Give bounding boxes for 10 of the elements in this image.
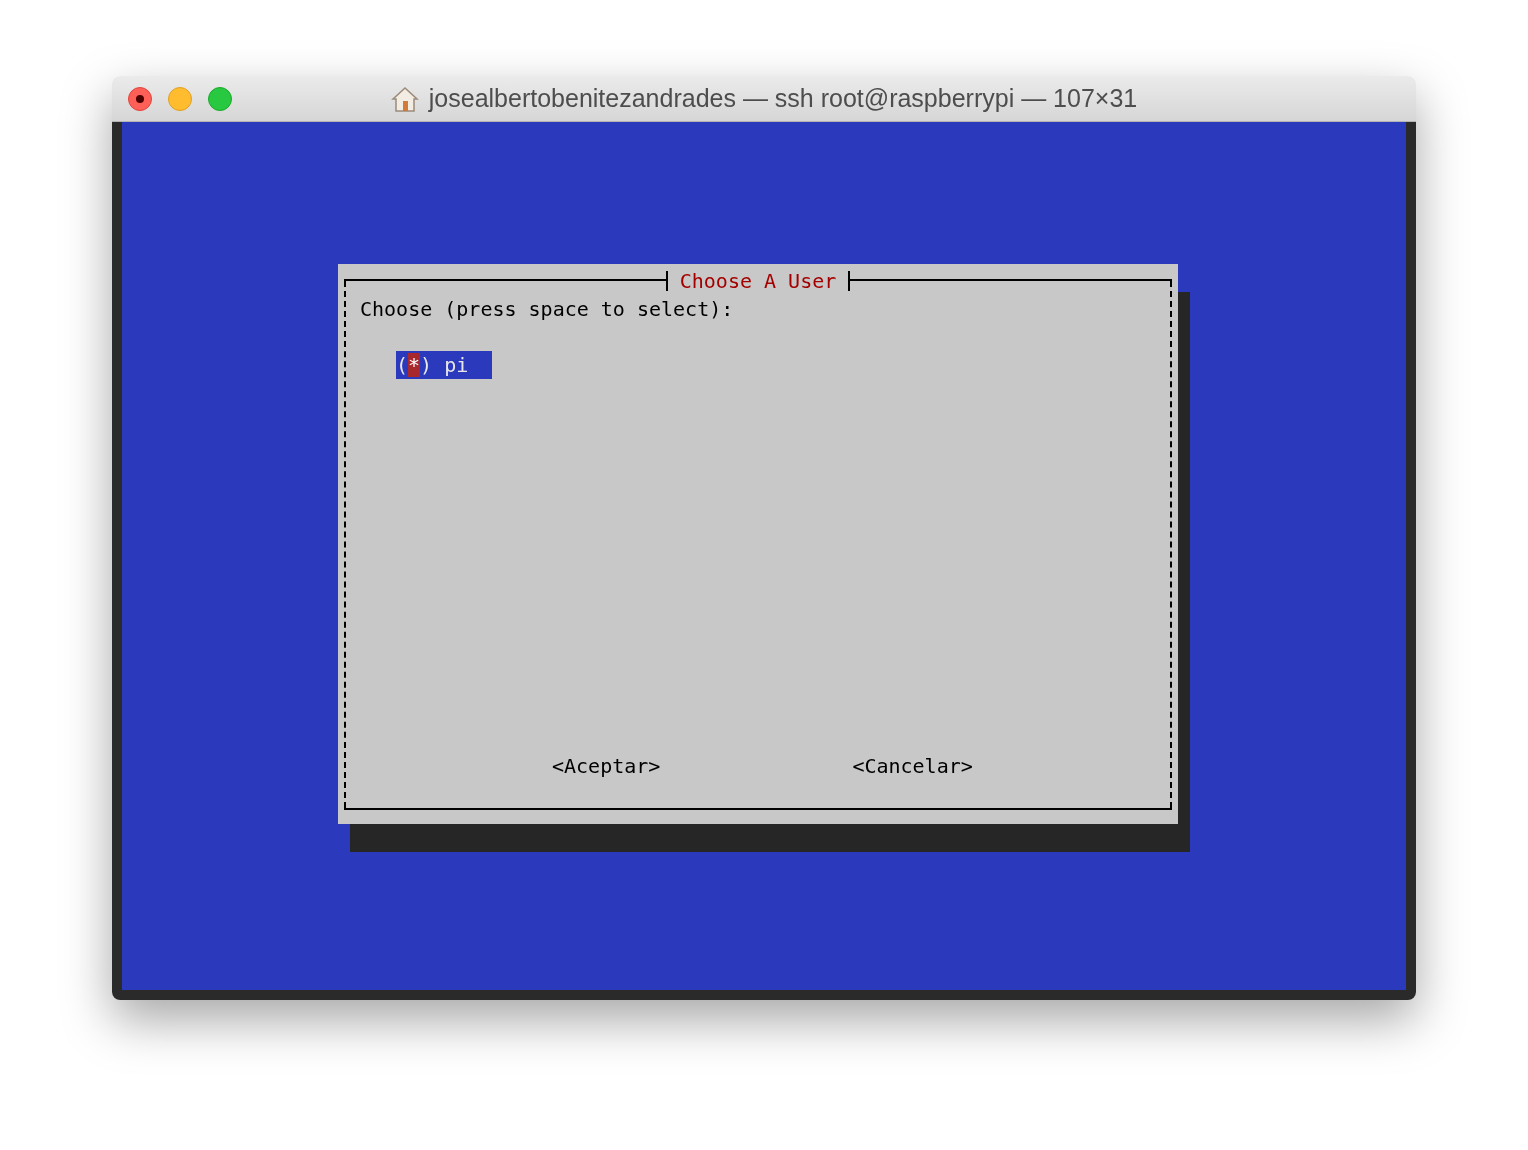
close-button[interactable]	[128, 86, 152, 111]
house-icon	[390, 85, 419, 112]
dialog-button[interactable]: <Aceptar>	[552, 752, 661, 780]
radio-list-item[interactable]: (*) pi	[396, 351, 492, 379]
minimize-button[interactable]	[168, 86, 192, 111]
dialog-title: Choose A User	[665, 271, 851, 291]
dialog-button[interactable]: <Cancelar>	[852, 752, 973, 780]
prompt-text: Choose (press space to select):	[360, 296, 735, 323]
zoom-button[interactable]	[208, 86, 232, 111]
window-title: josealbertobenitezandrades — ssh root@raspberrypi — 107×31	[428, 84, 1138, 113]
